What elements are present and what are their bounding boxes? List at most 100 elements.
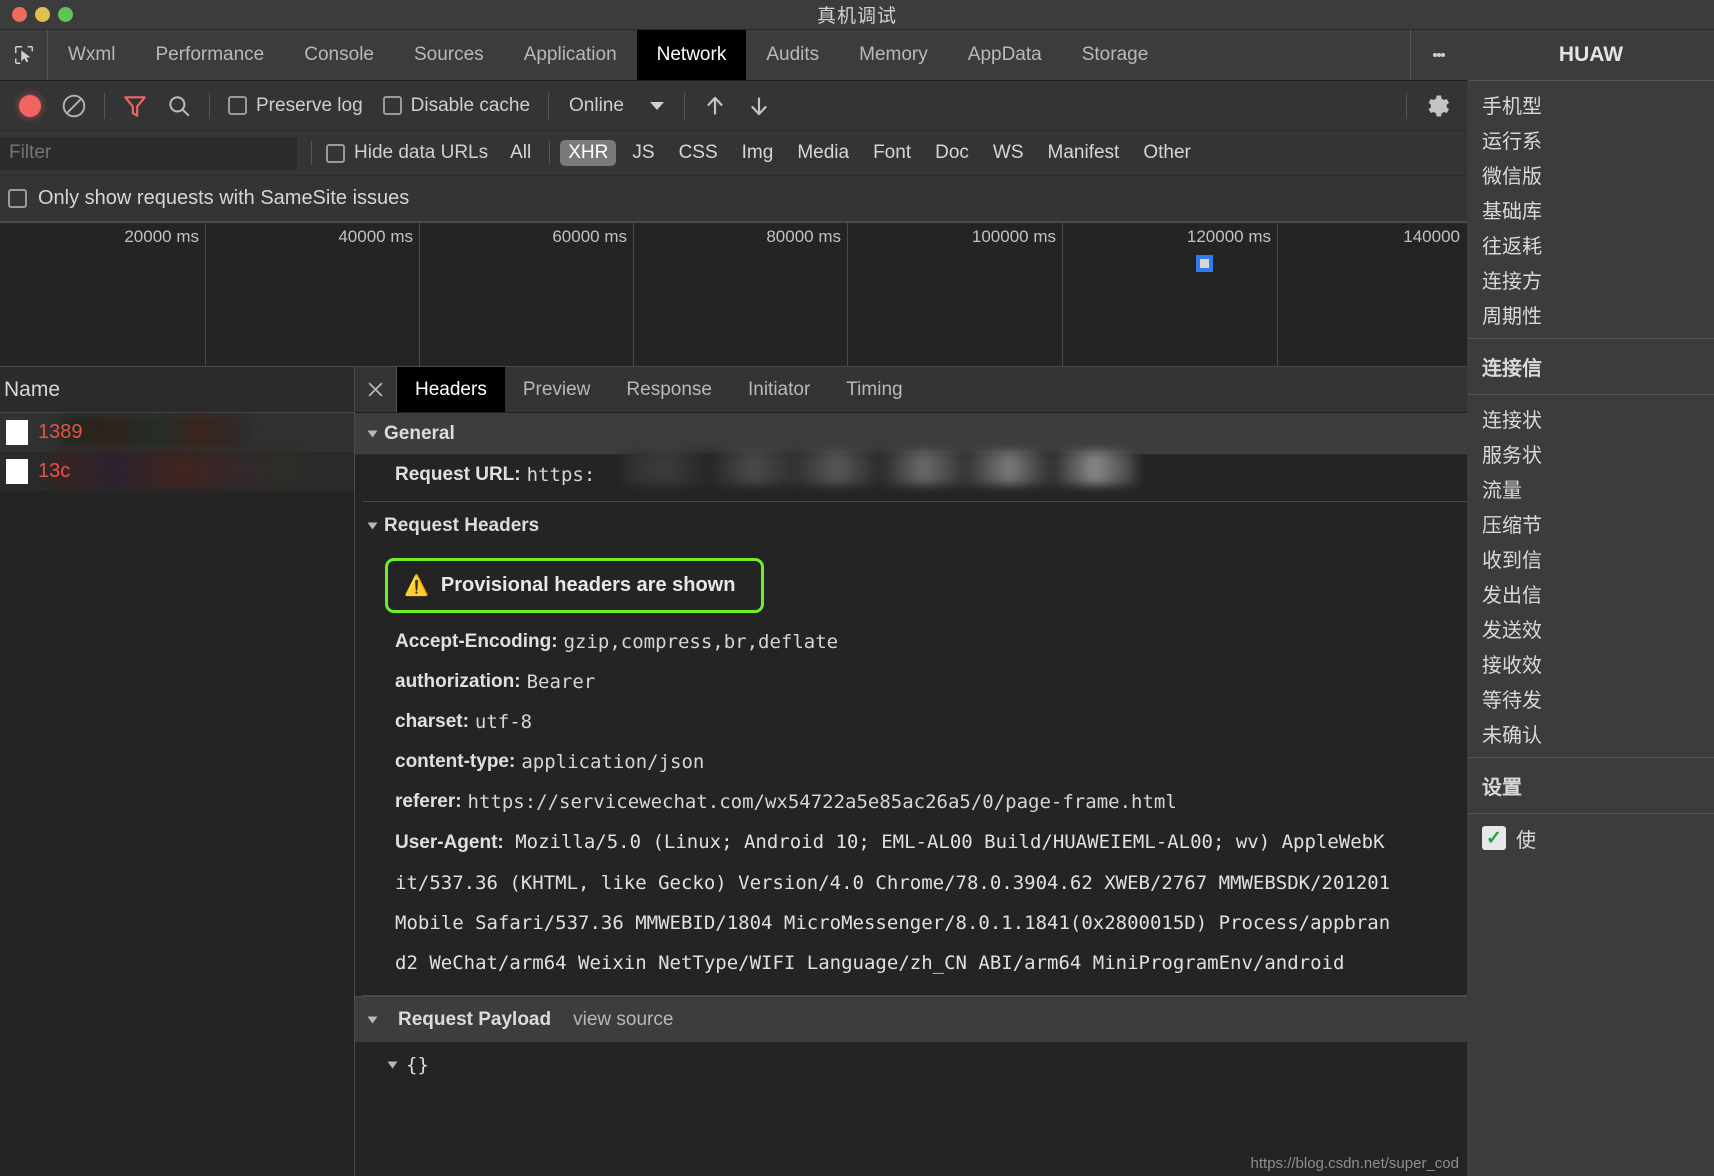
filter-type-other[interactable]: Other	[1135, 140, 1199, 166]
inspect-element-button[interactable]	[0, 30, 48, 80]
filter-type-xhr[interactable]: XHR	[560, 140, 617, 166]
tab-audits[interactable]: Audits	[746, 30, 839, 80]
filter-toggle-button[interactable]	[113, 84, 157, 128]
request-marker[interactable]	[1196, 255, 1213, 272]
samesite-label: Only show requests with SameSite issues	[38, 187, 410, 209]
search-button[interactable]	[157, 84, 201, 128]
network-settings-button[interactable]	[1415, 84, 1459, 128]
tab-label: Console	[304, 44, 374, 65]
detail-tab-response[interactable]: Response	[608, 367, 730, 412]
device-info-item-wechat-version: 微信版	[1482, 166, 1542, 188]
filter-type-all[interactable]: All	[502, 140, 539, 166]
window-titlebar: 真机调试	[0, 0, 1714, 30]
tab-label: Application	[523, 44, 617, 65]
tab-label: Wxml	[68, 44, 116, 65]
import-har-button[interactable]	[693, 84, 737, 128]
gear-icon	[1428, 95, 1450, 116]
connection-item-receive-efficiency: 接收效	[1482, 655, 1542, 677]
redaction-blur	[60, 415, 250, 447]
network-filter-bar: Hide data URLs All XHR JS CSS Img Media …	[0, 131, 1467, 176]
chevron-down-icon	[367, 522, 378, 530]
request-list-header[interactable]: Name	[0, 367, 354, 413]
detail-tab-headers[interactable]: Headers	[397, 367, 505, 412]
settings-checkbox[interactable]: ✓ 使	[1468, 814, 1714, 862]
filter-type-media[interactable]: Media	[789, 140, 857, 166]
ruler-gridline	[633, 222, 634, 366]
tab-network[interactable]: Network	[636, 30, 747, 80]
filter-type-manifest[interactable]: Manifest	[1040, 140, 1128, 166]
header-value: application/json	[521, 751, 705, 773]
header-key: referer:	[395, 791, 462, 812]
more-options-button[interactable]	[1411, 51, 1467, 59]
table-row[interactable]: 1389	[0, 413, 354, 452]
chevron-down-icon	[367, 430, 378, 437]
request-name: 1389	[38, 421, 83, 443]
toolbar-right-group	[1398, 84, 1467, 128]
tab-sources[interactable]: Sources	[394, 30, 504, 80]
detail-tab-timing[interactable]: Timing	[828, 367, 920, 412]
network-toolbar: Preserve log Disable cache Online	[0, 81, 1467, 131]
preserve-log-checkbox[interactable]: Preserve log	[218, 95, 373, 117]
devtools-tabstrip: Wxml Performance Console Sources Applica…	[0, 30, 1467, 81]
samesite-filter-row[interactable]: Only show requests with SameSite issues	[0, 176, 1467, 222]
filter-type-ws[interactable]: WS	[985, 140, 1032, 166]
request-headers-section-header[interactable]: Request Headers	[355, 502, 1467, 550]
tab-performance[interactable]: Performance	[135, 30, 284, 80]
table-row[interactable]: 13c	[0, 452, 354, 491]
network-overview-timeline[interactable]: 20000 ms 40000 ms 60000 ms 80000 ms 1000…	[0, 222, 1467, 367]
user-agent-line: User-Agent: Mozilla/5.0 (Linux; Android …	[395, 822, 1467, 863]
throttling-select[interactable]: Online	[557, 95, 676, 117]
window-title: 真机调试	[816, 6, 897, 27]
filter-type-doc[interactable]: Doc	[927, 140, 977, 166]
record-button[interactable]	[8, 84, 52, 128]
toolbar-divider	[1406, 92, 1407, 119]
tab-label: Audits	[766, 44, 820, 65]
request-payload-section-header[interactable]: Request Payload view source	[355, 996, 1467, 1042]
filter-input[interactable]	[0, 136, 297, 170]
clear-button[interactable]	[52, 84, 96, 128]
settings-section-title: 设置	[1482, 777, 1522, 799]
export-har-button[interactable]	[737, 84, 781, 128]
general-section-header[interactable]: General	[355, 413, 1467, 455]
header-key: content-type:	[395, 751, 516, 772]
close-details-button[interactable]	[355, 367, 397, 412]
payload-value-row[interactable]: {}	[355, 1042, 1467, 1076]
tab-appdata[interactable]: AppData	[948, 30, 1062, 80]
filter-type-js[interactable]: JS	[624, 140, 662, 166]
view-source-link[interactable]: view source	[573, 1009, 673, 1031]
connection-section-header: 连接信	[1468, 339, 1714, 395]
device-info-panel: HUAW 手机型 运行系 微信版 基础库 往返耗 连接方 周期性 连接信 连接状…	[1468, 30, 1714, 1176]
device-info-item-roundtrip: 往返耗	[1482, 236, 1542, 258]
filter-type-img[interactable]: Img	[734, 140, 782, 166]
checkbox-checked-icon: ✓	[1482, 826, 1506, 850]
disable-cache-checkbox[interactable]: Disable cache	[373, 95, 540, 117]
chevron-down-icon	[367, 1016, 378, 1023]
header-key: charset:	[395, 711, 469, 732]
tab-memory[interactable]: Memory	[839, 30, 948, 80]
tab-console[interactable]: Console	[284, 30, 394, 80]
maximize-window-button[interactable]	[58, 7, 73, 22]
search-icon	[169, 95, 190, 116]
header-value: Bearer	[526, 671, 596, 693]
connection-info-group: 连接状 服务状 流量 压缩节 收到信 发出信 发送效 接收效 等待发 未确认	[1468, 395, 1714, 758]
header-key: authorization:	[395, 671, 521, 692]
filter-type-font[interactable]: Font	[865, 140, 919, 166]
device-info-item-phone-model: 手机型	[1482, 96, 1542, 118]
request-type-icon	[6, 459, 28, 484]
hide-data-urls-checkbox[interactable]: Hide data URLs	[326, 142, 498, 164]
checkbox-box	[228, 96, 247, 115]
detail-tab-preview[interactable]: Preview	[505, 367, 609, 412]
user-agent-line: Mobile Safari/537.36 MMWEBID/1804 MicroM…	[395, 912, 1391, 934]
device-info-item-periodic: 周期性	[1482, 306, 1542, 328]
close-window-button[interactable]	[12, 7, 27, 22]
minimize-window-button[interactable]	[35, 7, 50, 22]
tab-storage[interactable]: Storage	[1062, 30, 1169, 80]
header-row: Accept-Encoding: gzip,compress,br,deflat…	[355, 617, 1467, 662]
tab-application[interactable]: Application	[504, 30, 637, 80]
tab-wxml[interactable]: Wxml	[48, 30, 135, 80]
redaction-blur	[52, 452, 302, 488]
redaction-blur	[623, 451, 1138, 485]
ruler-gridline	[1062, 222, 1063, 366]
detail-tab-initiator[interactable]: Initiator	[730, 367, 828, 412]
filter-type-css[interactable]: CSS	[671, 140, 726, 166]
